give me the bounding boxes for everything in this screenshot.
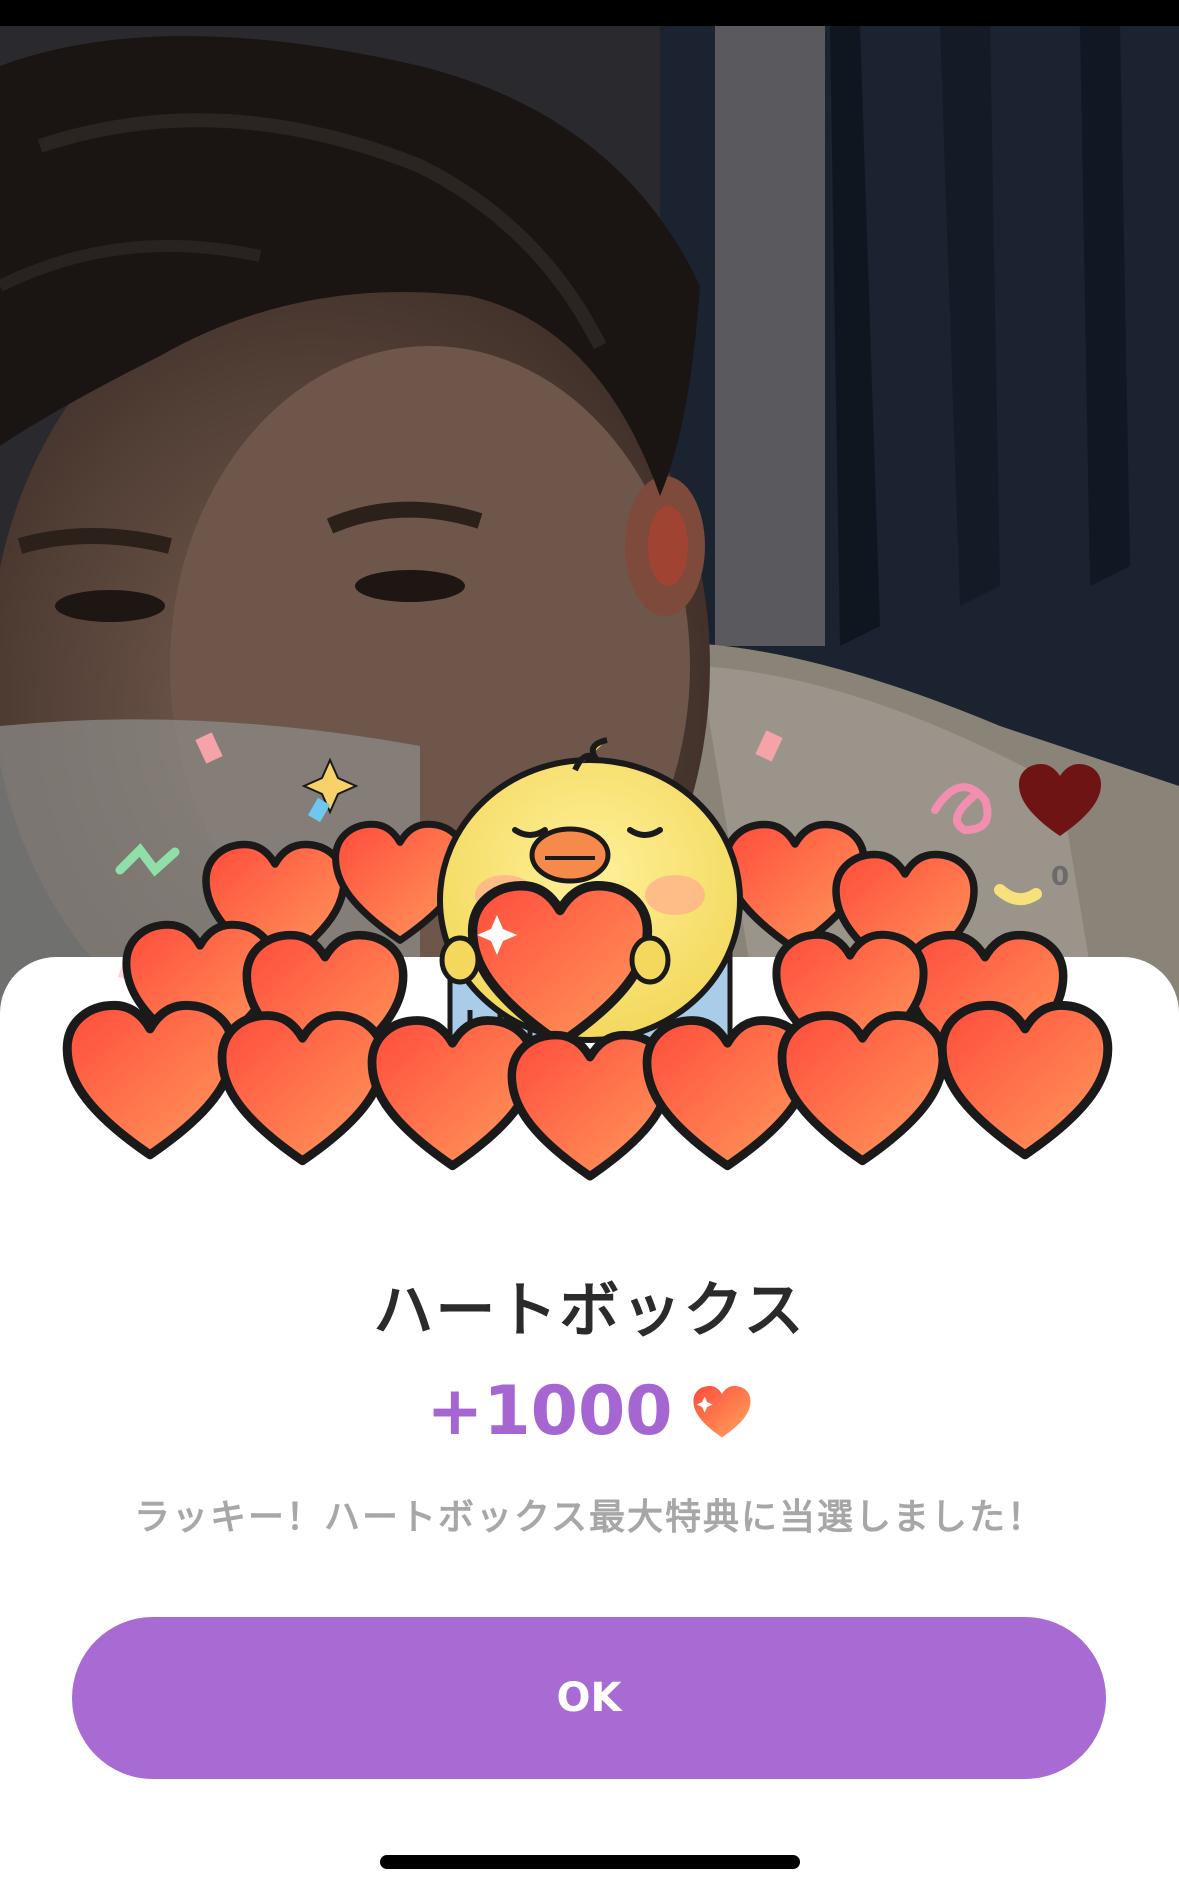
screen: 0 ハートボックス +1000 ラッキー！ハートボックス最大特典に当選しました！… xyxy=(0,0,1179,1893)
heart-box-illustration xyxy=(0,700,1179,1220)
home-indicator[interactable] xyxy=(380,1855,800,1869)
popup-title: ハートボックス xyxy=(373,1276,806,1346)
reward-amount: +1000 xyxy=(426,1372,673,1451)
popup-message: ラッキー！ハートボックス最大特典に当選しました！ xyxy=(134,1497,1045,1538)
status-bar xyxy=(0,0,1179,26)
heart-icon xyxy=(693,1385,751,1437)
ok-button[interactable]: OK xyxy=(72,1617,1106,1779)
reward-row: +1000 xyxy=(0,1372,1179,1451)
